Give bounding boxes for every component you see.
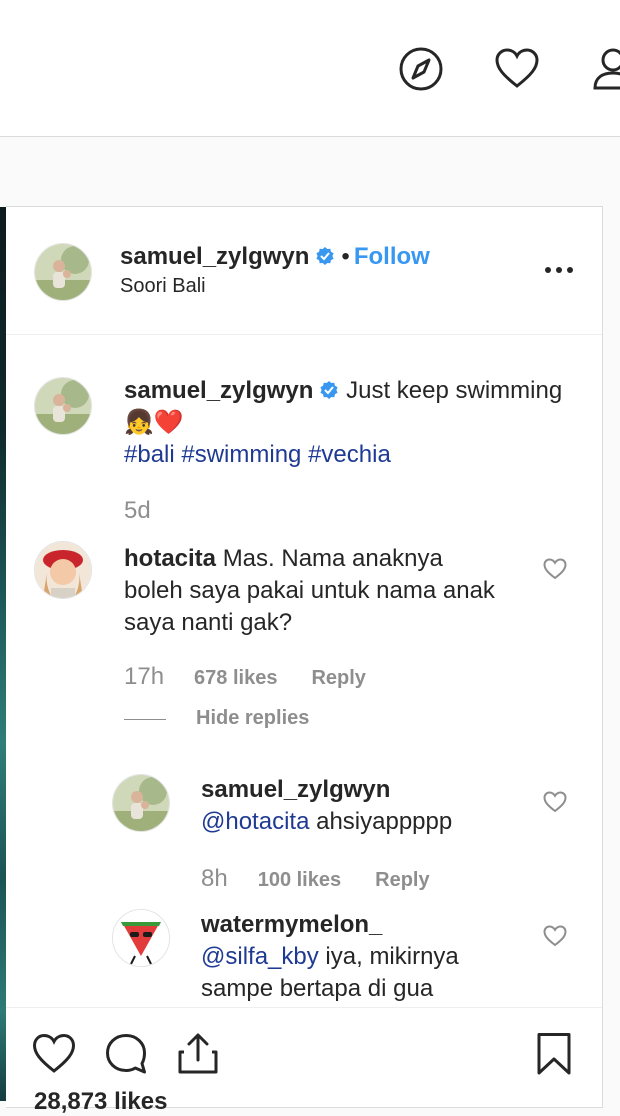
comment-likes[interactable]: 678 likes	[194, 667, 277, 689]
hide-replies-button[interactable]: Hide replies	[196, 707, 309, 730]
watermelon-avatar-image	[113, 910, 169, 966]
post-panel: samuel_zylgwyn • Follow Soori Bali samuel_…	[6, 206, 603, 1115]
reply-body: ahsiyappppp	[316, 808, 453, 835]
caption-text: Just keep swimming	[346, 377, 563, 404]
post-likes-count[interactable]: 28,873 likes	[34, 1088, 167, 1116]
reply-text: watermymelon_ @silfa_kby iya, mikirnya s…	[201, 909, 541, 1005]
bookmark-icon[interactable]	[532, 1032, 576, 1076]
top-navigation-bar	[0, 0, 620, 137]
avatar[interactable]	[112, 909, 170, 967]
reply-timestamp: 8h	[201, 865, 228, 892]
user-icon[interactable]	[590, 46, 620, 92]
post-caption: samuel_zylgwyn Just keep swimming 👧❤️ #b…	[124, 375, 564, 471]
reply-likes[interactable]: 100 likes	[258, 869, 341, 891]
reply-button[interactable]: Reply	[375, 869, 429, 891]
avatar[interactable]	[112, 774, 170, 832]
reply-body: iya, mikirnya	[325, 943, 459, 970]
comment-username[interactable]: hotacita	[124, 545, 216, 572]
post-location[interactable]: Soori Bali	[120, 275, 206, 298]
reply-mention[interactable]: @hotacita	[201, 808, 309, 835]
avatar[interactable]	[34, 541, 92, 599]
caption-hashtags[interactable]: #bali #swimming #vechia	[124, 441, 391, 468]
reply-username[interactable]: watermymelon_	[201, 911, 382, 938]
comment-meta: 17h 678 likes Reply	[124, 663, 366, 691]
like-reply-heart-icon[interactable]	[543, 791, 567, 813]
author-avatar-image	[35, 378, 91, 434]
reply-button[interactable]: Reply	[311, 667, 365, 689]
avatar[interactable]	[34, 243, 92, 301]
verified-badge-icon	[320, 381, 339, 399]
verified-badge-icon	[316, 247, 335, 265]
like-comment-heart-icon[interactable]	[543, 558, 567, 580]
share-icon[interactable]	[176, 1032, 220, 1076]
separator-dot: •	[341, 243, 350, 270]
reply-body-line: sampe bertapa di gua	[201, 975, 434, 1002]
author-avatar-image	[35, 244, 91, 300]
heart-icon[interactable]	[494, 46, 540, 92]
reply-mention[interactable]: @silfa_kby	[201, 943, 319, 970]
comment-line: Mas. Nama anaknya	[222, 545, 443, 572]
compass-icon[interactable]	[398, 46, 444, 92]
replies-divider-line	[124, 719, 166, 720]
caption-timestamp: 5d	[124, 497, 151, 524]
post-author-username[interactable]: samuel_zylgwyn	[120, 243, 309, 270]
reply-meta: 8h 100 likes Reply	[201, 865, 430, 893]
reply-username[interactable]: samuel_zylgwyn	[201, 776, 390, 803]
comment-line: boleh saya pakai untuk nama anak	[124, 577, 495, 604]
more-options-icon[interactable]	[544, 265, 574, 275]
comment-bubble-icon[interactable]	[104, 1032, 148, 1076]
post-header: samuel_zylgwyn • Follow Soori Bali	[6, 207, 602, 335]
comment-line: saya nanti gak?	[124, 609, 293, 636]
reply-avatar-image	[113, 775, 169, 831]
commenter-avatar-image	[35, 542, 91, 598]
avatar[interactable]	[34, 377, 92, 435]
caption-emoji: 👧❤️	[124, 409, 184, 436]
like-reply-heart-icon[interactable]	[543, 925, 567, 947]
like-heart-icon[interactable]	[32, 1032, 76, 1076]
reply-text: samuel_zylgwyn @hotacita ahsiyappppp	[201, 774, 541, 838]
comment-timestamp: 17h	[124, 663, 165, 690]
follow-button[interactable]: Follow	[354, 243, 430, 270]
post-author-line: samuel_zylgwyn • Follow	[120, 243, 430, 271]
comment-text: hotacita Mas. Nama anaknya boleh saya pa…	[124, 543, 544, 639]
caption-author-username[interactable]: samuel_zylgwyn	[124, 377, 313, 404]
